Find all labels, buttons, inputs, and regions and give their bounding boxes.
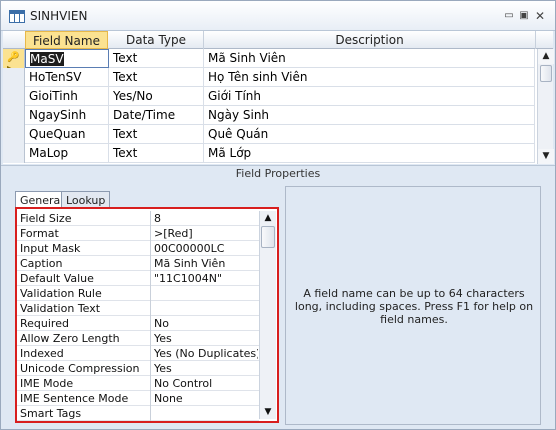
description-cell[interactable]: Mã Lớp xyxy=(204,144,535,163)
data-type-cell[interactable]: Text xyxy=(109,68,204,87)
description-cell[interactable]: Quê Quán xyxy=(204,125,535,144)
minimize-button[interactable]: ▭ xyxy=(503,10,515,22)
scroll-down-arrow-icon[interactable]: ▼ xyxy=(260,405,276,419)
property-row[interactable]: Default Value "11C1004N" xyxy=(17,271,259,286)
field-name-cell[interactable]: NgaySinh xyxy=(25,106,109,125)
table-design-window: SINHVIEN ▭ ▣ ✕ Field Name Data Type Desc… xyxy=(0,0,556,430)
property-label: Validation Text xyxy=(20,301,151,316)
property-row[interactable]: Format >[Red] xyxy=(17,226,259,241)
property-label: Required xyxy=(20,316,151,331)
properties-vertical-scrollbar[interactable]: ▲ ▼ xyxy=(259,211,276,419)
property-value[interactable] xyxy=(154,301,258,316)
property-row[interactable]: Smart Tags xyxy=(17,406,259,421)
data-type-cell[interactable]: Yes/No xyxy=(109,87,204,106)
property-value[interactable]: Yes xyxy=(154,331,258,346)
field-name-cell[interactable]: QueQuan xyxy=(25,125,109,144)
field-name-cell[interactable]: MaLop xyxy=(25,144,109,163)
property-label: IME Mode xyxy=(20,376,151,391)
property-label: Allow Zero Length xyxy=(20,331,151,346)
property-row[interactable]: Validation Text xyxy=(17,301,259,316)
property-value[interactable]: 8 xyxy=(154,211,258,226)
description-cell[interactable]: Giới Tính xyxy=(204,87,535,106)
property-value[interactable] xyxy=(154,286,258,301)
property-label: Field Size xyxy=(20,211,151,226)
property-label: Format xyxy=(20,226,151,241)
grid-vertical-scrollbar[interactable]: ▲ ▼ xyxy=(537,49,554,164)
scroll-thumb[interactable] xyxy=(540,65,552,82)
field-row[interactable]: QueQuan Text Quê Quán xyxy=(3,125,535,144)
column-header-description[interactable]: Description xyxy=(204,31,536,49)
property-value[interactable] xyxy=(154,406,258,421)
property-row[interactable]: IME Mode No Control xyxy=(17,376,259,391)
row-selector[interactable] xyxy=(3,68,25,87)
data-type-cell[interactable]: Text xyxy=(109,125,204,144)
property-label: Smart Tags xyxy=(20,406,151,421)
scroll-thumb[interactable] xyxy=(261,226,275,248)
property-value[interactable]: 00C00000LC xyxy=(154,241,258,256)
field-properties-bar: Field Properties xyxy=(1,165,555,180)
help-panel: A field name can be up to 64 characters … xyxy=(285,186,541,425)
field-name-cell[interactable]: MaSV xyxy=(25,49,109,68)
row-selector[interactable] xyxy=(3,144,25,163)
help-text: A field name can be up to 64 characters … xyxy=(294,287,534,326)
grid-header: Field Name Data Type Description xyxy=(3,31,553,49)
field-row[interactable]: NgaySinh Date/Time Ngày Sinh xyxy=(3,106,535,125)
description-cell[interactable]: Mã Sinh Viên xyxy=(204,49,535,68)
property-value[interactable]: Mã Sinh Viên xyxy=(154,256,258,271)
description-cell[interactable]: Ngày Sinh xyxy=(204,106,535,125)
property-value[interactable]: Yes xyxy=(154,361,258,376)
property-value[interactable]: Yes (No Duplicates) xyxy=(154,346,258,361)
restore-button[interactable]: ▣ xyxy=(518,10,530,22)
field-row[interactable]: HoTenSV Text Họ Tên sinh Viên xyxy=(3,68,535,87)
general-properties-panel: Field Size 8 Format >[Red] Input Mask 00… xyxy=(15,207,279,423)
property-label: Input Mask xyxy=(20,241,151,256)
data-type-cell[interactable]: Text xyxy=(109,49,204,68)
scroll-up-arrow-icon[interactable]: ▲ xyxy=(538,49,554,64)
property-row[interactable]: Validation Rule xyxy=(17,286,259,301)
property-value[interactable]: No xyxy=(154,316,258,331)
field-name-cell[interactable]: GioiTinh xyxy=(25,87,109,106)
property-row[interactable]: Unicode Compression Yes xyxy=(17,361,259,376)
table-icon xyxy=(9,10,25,23)
field-name-cell[interactable]: HoTenSV xyxy=(25,68,109,87)
column-header-field-name[interactable]: Field Name xyxy=(25,31,108,49)
property-label: Caption xyxy=(20,256,151,271)
scroll-down-arrow-icon[interactable]: ▼ xyxy=(538,149,554,164)
row-selector[interactable] xyxy=(3,125,25,144)
description-cell[interactable]: Họ Tên sinh Viên xyxy=(204,68,535,87)
property-row[interactable]: Required No xyxy=(17,316,259,331)
property-value[interactable]: No Control xyxy=(154,376,258,391)
column-header-data-type[interactable]: Data Type xyxy=(109,31,204,49)
scroll-up-arrow-icon[interactable]: ▲ xyxy=(260,211,276,225)
property-row[interactable]: Indexed Yes (No Duplicates) xyxy=(17,346,259,361)
row-selector[interactable] xyxy=(3,87,25,106)
window-title: SINHVIEN xyxy=(30,9,88,23)
property-label: Default Value xyxy=(20,271,151,286)
field-row[interactable]: 🔑▸ MaSV Text Mã Sinh Viên xyxy=(3,49,535,74)
property-row[interactable]: IME Sentence Mode None xyxy=(17,391,259,406)
property-row[interactable]: Field Size 8 xyxy=(17,211,259,226)
property-label: Indexed xyxy=(20,346,151,361)
field-design-grid: Field Name Data Type Description 🔑▸ MaSV… xyxy=(3,31,554,164)
close-button[interactable]: ✕ xyxy=(534,10,546,22)
property-label: Validation Rule xyxy=(20,286,151,301)
property-label: Unicode Compression xyxy=(20,361,151,376)
data-type-cell[interactable]: Date/Time xyxy=(109,106,204,125)
title-bar: SINHVIEN ▭ ▣ ✕ xyxy=(1,1,555,31)
field-row[interactable]: MaLop Text Mã Lớp xyxy=(3,144,535,163)
property-value[interactable]: None xyxy=(154,391,258,406)
data-type-cell[interactable]: Text xyxy=(109,144,204,163)
field-row[interactable]: GioiTinh Yes/No Giới Tính xyxy=(3,87,535,106)
property-row[interactable]: Allow Zero Length Yes xyxy=(17,331,259,346)
property-row[interactable]: Input Mask 00C00000LC xyxy=(17,241,259,256)
property-value[interactable]: >[Red] xyxy=(154,226,258,241)
row-selector[interactable]: 🔑▸ xyxy=(3,49,25,74)
tab-lookup[interactable]: Lookup xyxy=(61,191,111,208)
property-value[interactable]: "11C1004N" xyxy=(154,271,258,286)
property-row[interactable]: Caption Mã Sinh Viên xyxy=(17,256,259,271)
row-selector[interactable] xyxy=(3,106,25,125)
property-label: IME Sentence Mode xyxy=(20,391,151,406)
